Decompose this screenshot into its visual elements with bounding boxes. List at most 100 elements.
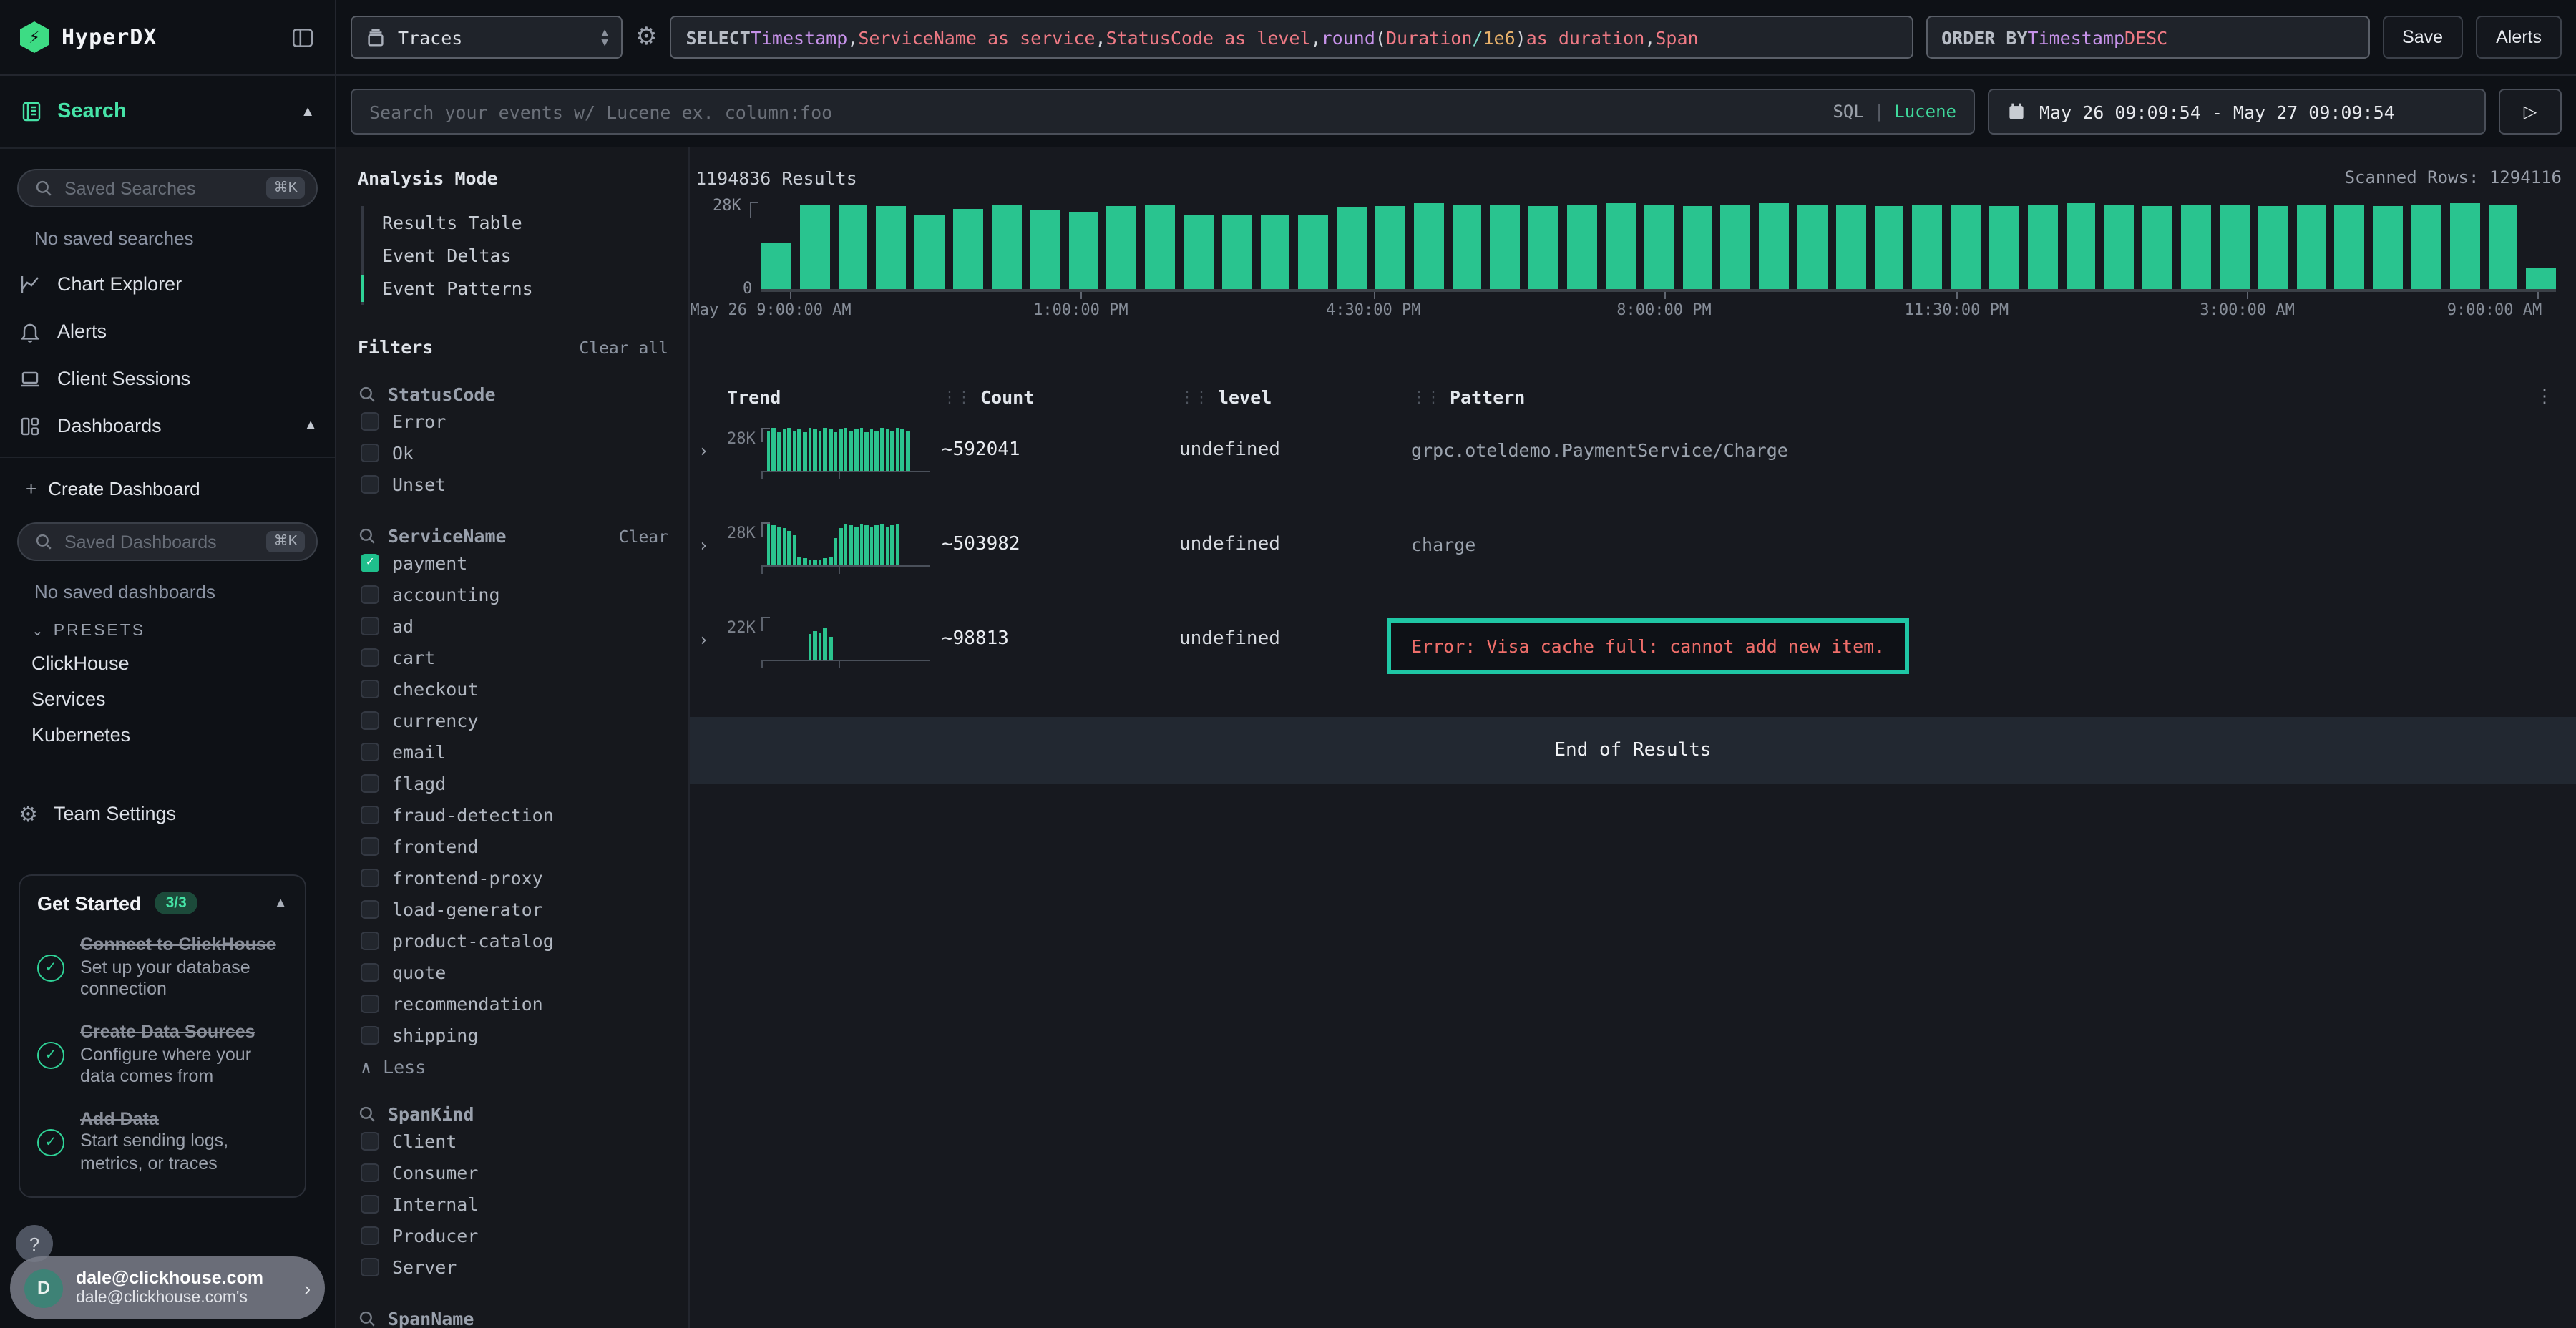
checkbox[interactable]: [361, 836, 379, 855]
checkbox[interactable]: [361, 1226, 379, 1244]
checkbox[interactable]: [361, 1194, 379, 1213]
run-query-button[interactable]: ▷: [2499, 89, 2562, 135]
checkbox[interactable]: [361, 443, 379, 462]
filter-option-load-generator[interactable]: load-generator: [358, 893, 668, 924]
filter-option-consumer[interactable]: Consumer: [358, 1156, 668, 1188]
get-started-header[interactable]: Get Started 3/3 ▲: [37, 892, 288, 914]
event-search-input[interactable]: Search your events w/ Lucene ex. column:…: [351, 89, 1975, 135]
filter-option-product-catalog[interactable]: product-catalog: [358, 924, 668, 956]
sidebar-item-chart-explorer[interactable]: Chart Explorer: [0, 260, 335, 308]
filter-option-accounting[interactable]: accounting: [358, 578, 668, 610]
checkbox[interactable]: [361, 962, 379, 981]
language-toggle[interactable]: SQL | Lucene: [1833, 102, 1956, 122]
filter-option-ok[interactable]: Ok: [358, 436, 668, 468]
checkbox[interactable]: [361, 474, 379, 493]
filter-option-flagd[interactable]: flagd: [358, 767, 668, 799]
filter-option-fraud-detection[interactable]: fraud-detection: [358, 799, 668, 830]
filter-option-server[interactable]: Server: [358, 1251, 668, 1282]
sidebar-item-team-settings[interactable]: ⚙ Team Settings: [0, 790, 335, 837]
table-row[interactable]: ›28K~503982undefinedcharge: [698, 522, 2562, 597]
search-icon[interactable]: [358, 527, 376, 545]
sidebar-item-client-sessions[interactable]: Client Sessions: [0, 355, 335, 402]
filter-option-client[interactable]: Client: [358, 1125, 668, 1156]
saved-dashboards-input[interactable]: Saved Dashboards ⌘K: [17, 522, 318, 561]
filter-option-payment[interactable]: ✓payment: [358, 547, 668, 578]
sidebar-item-dashboards[interactable]: Dashboards▲: [0, 402, 335, 449]
checkbox[interactable]: [361, 1163, 379, 1181]
sidebar-collapse-icon[interactable]: [291, 25, 315, 49]
create-dashboard-button[interactable]: + Create Dashboard: [0, 465, 335, 511]
filter-option-error[interactable]: Error: [358, 405, 668, 436]
source-select[interactable]: Traces ▲▼: [351, 16, 623, 59]
save-button[interactable]: Save: [2382, 16, 2463, 59]
filter-option-frontend-proxy[interactable]: frontend-proxy: [358, 861, 668, 893]
search-icon[interactable]: [358, 385, 376, 404]
language-lucene[interactable]: Lucene: [1894, 102, 1956, 122]
filter-option-shipping[interactable]: shipping: [358, 1019, 668, 1050]
checkbox-checked[interactable]: ✓: [361, 553, 379, 572]
presets-toggle[interactable]: ⌄ PRESETS: [0, 605, 335, 645]
alerts-button[interactable]: Alerts: [2476, 16, 2562, 59]
checkbox[interactable]: [361, 742, 379, 761]
analysis-mode-results-table[interactable]: Results Table: [364, 206, 668, 239]
show-less-button[interactable]: ∧Less: [358, 1050, 668, 1078]
clear-all-filters-button[interactable]: Clear all: [579, 338, 668, 358]
search-icon[interactable]: [358, 1105, 376, 1123]
filter-option-cart[interactable]: cart: [358, 641, 668, 673]
get-started-item[interactable]: ✓Add DataStart sending logs, metrics, or…: [37, 1109, 288, 1176]
checkbox[interactable]: [361, 773, 379, 792]
language-sql[interactable]: SQL: [1833, 102, 1863, 122]
chevron-up-icon[interactable]: ▲: [273, 895, 288, 911]
preset-services[interactable]: Services: [0, 681, 335, 717]
filter-option-frontend[interactable]: frontend: [358, 830, 668, 861]
filter-option-recommendation[interactable]: recommendation: [358, 987, 668, 1019]
checkbox[interactable]: [361, 711, 379, 729]
filter-option-checkout[interactable]: checkout: [358, 673, 668, 704]
get-started-item[interactable]: ✓Connect to ClickHouseSet up your databa…: [37, 934, 288, 1002]
source-settings-gear-icon[interactable]: ⚙: [635, 23, 658, 52]
chevron-up-icon[interactable]: ▲: [303, 418, 318, 434]
checkbox[interactable]: [361, 994, 379, 1012]
filter-option-unset[interactable]: Unset: [358, 468, 668, 499]
user-menu[interactable]: D dale@clickhouse.com dale@clickhouse.co…: [10, 1256, 325, 1319]
preset-clickhouse[interactable]: ClickHouse: [0, 645, 335, 681]
column-header-trend[interactable]: Trend: [727, 386, 942, 408]
filter-option-currency[interactable]: currency: [358, 704, 668, 736]
checkbox[interactable]: [361, 1025, 379, 1044]
highlighted-error-pattern[interactable]: Error: Visa cache full: cannot add new i…: [1387, 618, 1909, 674]
get-started-item[interactable]: ✓Create Data SourcesConfigure where your…: [37, 1022, 288, 1089]
filter-option-internal[interactable]: Internal: [358, 1188, 668, 1219]
date-range-picker[interactable]: May 26 09:09:54 - May 27 09:09:54: [1988, 89, 2486, 135]
checkbox[interactable]: [361, 899, 379, 918]
column-header-level[interactable]: ⋮⋮level: [1179, 386, 1411, 408]
row-expand-chevron-icon[interactable]: ›: [698, 428, 727, 461]
filter-option-email[interactable]: email: [358, 736, 668, 767]
checkbox[interactable]: [361, 1257, 379, 1276]
sidebar-section-search[interactable]: Search ▲: [0, 76, 335, 149]
checkbox[interactable]: [361, 805, 379, 824]
row-expand-chevron-icon[interactable]: ›: [698, 522, 727, 555]
checkbox[interactable]: [361, 679, 379, 698]
row-expand-chevron-icon[interactable]: ›: [698, 617, 727, 650]
filter-option-quote[interactable]: quote: [358, 956, 668, 987]
analysis-mode-event-deltas[interactable]: Event Deltas: [364, 239, 668, 272]
table-row[interactable]: ›22K~98813undefinedError: Visa cache ful…: [698, 617, 2562, 691]
column-header-count[interactable]: ⋮⋮Count: [942, 386, 1179, 408]
sidebar-item-alerts[interactable]: Alerts: [0, 308, 335, 355]
checkbox[interactable]: [361, 648, 379, 666]
filter-option-ad[interactable]: ad: [358, 610, 668, 641]
checkbox[interactable]: [361, 931, 379, 949]
table-menu-icon[interactable]: ⋮: [2527, 386, 2562, 408]
analysis-mode-event-patterns[interactable]: Event Patterns: [364, 272, 668, 305]
checkbox[interactable]: [361, 585, 379, 603]
preset-kubernetes[interactable]: Kubernetes: [0, 717, 335, 753]
chevron-up-icon[interactable]: ▲: [301, 104, 315, 119]
drag-handle-icon[interactable]: ⋮⋮: [942, 388, 970, 406]
clear-filter-button[interactable]: Clear: [619, 526, 668, 546]
order-by-input[interactable]: ORDER BY Timestamp DESC: [1926, 16, 2369, 59]
drag-handle-icon[interactable]: ⋮⋮: [1411, 388, 1440, 406]
checkbox[interactable]: [361, 411, 379, 430]
column-header-pattern[interactable]: ⋮⋮Pattern: [1411, 386, 2527, 408]
drag-handle-icon[interactable]: ⋮⋮: [1179, 388, 1208, 406]
checkbox[interactable]: [361, 868, 379, 887]
